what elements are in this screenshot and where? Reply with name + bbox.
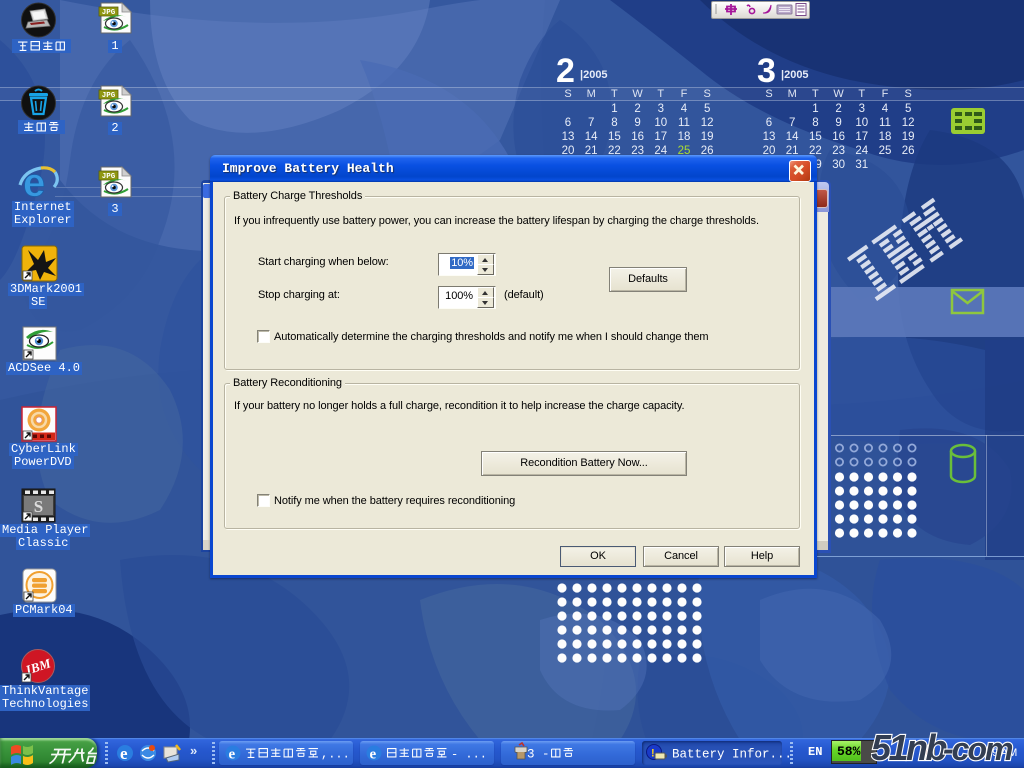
svg-text:e: e	[120, 744, 128, 763]
svg-text:,...: ,...	[321, 748, 350, 762]
svg-text:»: »	[190, 743, 197, 758]
svg-text:!: !	[651, 748, 655, 760]
svg-text:3 -: 3 -	[527, 748, 550, 762]
svg-text:e: e	[229, 747, 236, 763]
svg-text:e: e	[370, 747, 377, 763]
svg-text:-com: -com	[943, 731, 1013, 767]
svg-text:Battery Infor...: Battery Infor...	[672, 748, 789, 762]
svg-text:- ...: - ...	[451, 748, 487, 762]
svg-text:51nb: 51nb	[871, 731, 947, 768]
svg-text:S: S	[34, 497, 43, 516]
